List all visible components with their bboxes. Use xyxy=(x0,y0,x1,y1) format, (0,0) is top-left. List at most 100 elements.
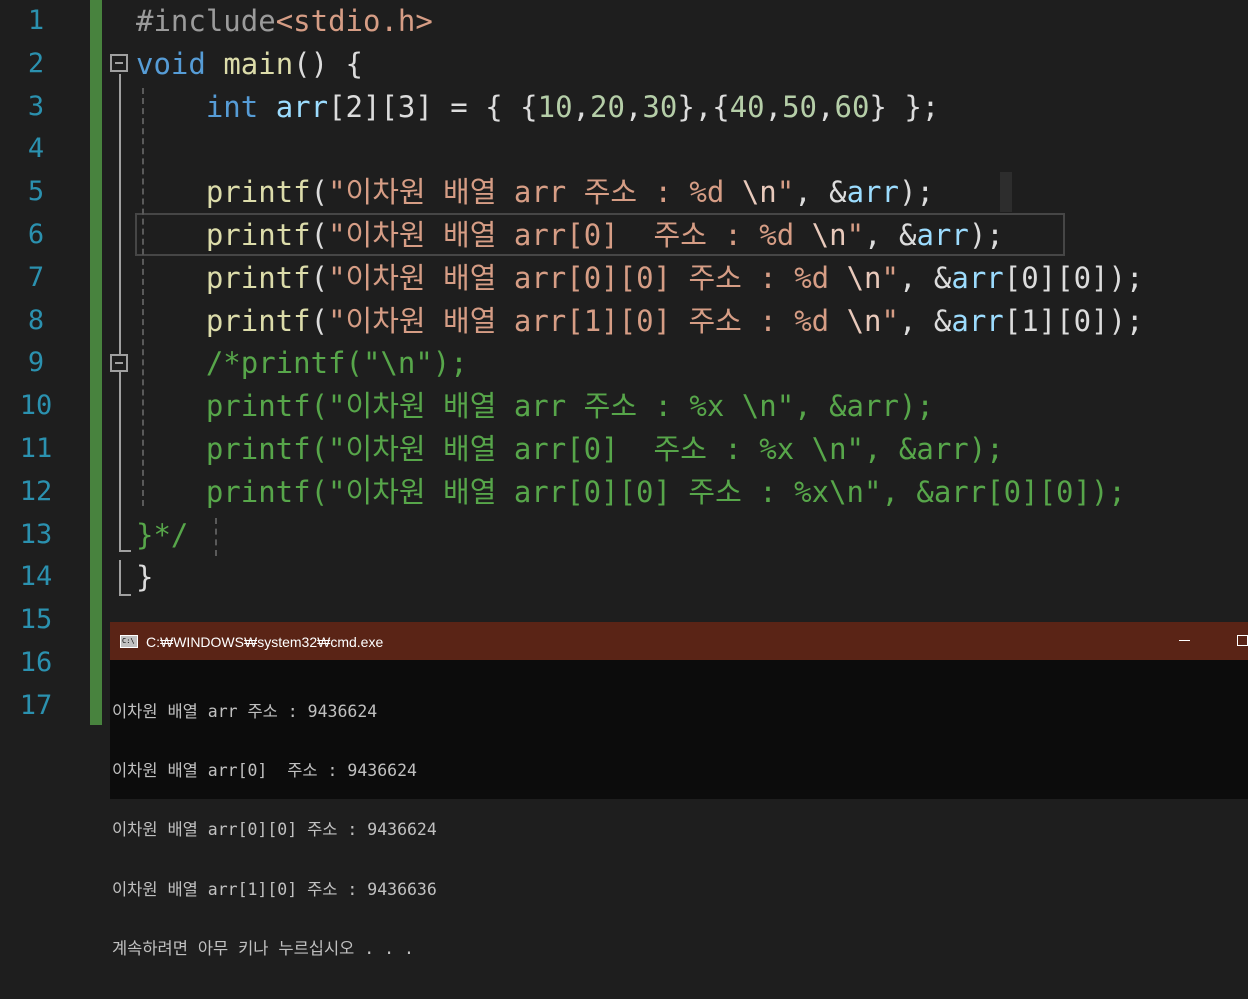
code-token: ); xyxy=(898,175,934,210)
minimize-button[interactable] xyxy=(1162,622,1208,660)
code-token: "이차원 배열 arr 주소 : %d xyxy=(328,175,742,210)
code-token: 20 xyxy=(590,89,625,124)
code-token: } }; xyxy=(869,89,940,124)
line-number: 5 xyxy=(27,176,45,208)
code-line[interactable]: printf("이차원 배열 arr 주소 : %x \n", &arr); xyxy=(136,385,934,428)
code-line[interactable]: int arr[2][3] = { {10,20,30},{40,50,60} … xyxy=(136,86,939,129)
code-token: , & xyxy=(898,303,952,338)
code-token: "이차원 배열 arr[0][0] 주소 : %d xyxy=(328,260,847,295)
code-line[interactable]: printf("이차원 배열 arr[0] 주소 : %x \n", &arr)… xyxy=(136,428,1004,471)
maximize-icon xyxy=(1237,635,1248,646)
code-token: ( xyxy=(310,175,329,210)
fold-collapse-icon[interactable] xyxy=(110,354,128,372)
minimize-icon xyxy=(1179,640,1190,641)
code-token: () { xyxy=(293,46,363,81)
code-line[interactable]: void main() { xyxy=(136,43,363,86)
code-line[interactable]: /*printf("\n"); xyxy=(136,342,468,385)
console-line: 이차원 배열 arr[0][0] 주소 : 9436624 xyxy=(112,820,437,840)
code-token: [2][3] = { { xyxy=(328,89,538,124)
code-token: 50 xyxy=(782,89,818,124)
console-line: 이차원 배열 arr[1][0] 주소 : 9436636 xyxy=(112,879,437,899)
code-token: void xyxy=(136,46,206,81)
console-window[interactable]: C:\ C:₩WINDOWS₩system32₩cmd.exe 이차원 배열 a… xyxy=(110,622,1248,958)
line-number: 2 xyxy=(27,47,45,79)
code-token: printf("이차원 배열 arr[0][0] 주소 : %x\n", &ar… xyxy=(136,474,1126,509)
code-token: , & xyxy=(864,218,917,252)
code-line[interactable]: printf("이차원 배열 arr[0] 주소 : %d \n", &arr)… xyxy=(136,214,1004,257)
line-number: 10 xyxy=(19,390,53,422)
fold-guide-line xyxy=(119,560,121,596)
code-token: \n xyxy=(846,260,882,295)
code-line[interactable]: printf("이차원 배열 arr[0][0] 주소 : %d \n", &a… xyxy=(136,257,1144,300)
console-line: 이차원 배열 arr[0] 주소 : 9436624 xyxy=(112,760,417,780)
code-line[interactable]: #include<stdio.h> xyxy=(136,0,433,43)
console-output: 이차원 배열 arr 주소 : 9436624 이차원 배열 arr[0] 주소… xyxy=(112,662,1248,999)
code-token: " xyxy=(776,175,795,210)
code-token: \n xyxy=(846,303,882,338)
code-token: <stdio.h> xyxy=(275,4,433,38)
line-number-gutter: 1 2 3 4 5 6 7 8 9 10 11 12 13 14 15 16 17 xyxy=(0,0,90,799)
fold-guide-line xyxy=(119,74,121,552)
line-number: 8 xyxy=(27,304,45,336)
line-number: 9 xyxy=(27,347,45,379)
text-cursor xyxy=(1000,172,1012,212)
code-token: "이차원 배열 arr[0] 주소 : %d xyxy=(328,218,812,252)
code-token: 10 xyxy=(537,89,573,124)
code-token: printf xyxy=(205,260,311,295)
fold-collapse-icon[interactable] xyxy=(110,54,128,72)
code-token: #include xyxy=(136,4,276,38)
code-line[interactable]: printf("이차원 배열 arr[0][0] 주소 : %x\n", &ar… xyxy=(136,471,1126,514)
code-token: , xyxy=(817,89,835,124)
code-token: ( xyxy=(310,218,329,252)
code-token: , xyxy=(624,89,643,124)
fold-guide-end xyxy=(119,550,131,552)
line-number: 12 xyxy=(19,475,53,507)
line-number: 13 xyxy=(19,518,53,550)
code-token: , xyxy=(572,89,590,124)
code-token: main xyxy=(223,46,294,81)
code-token: [1][0]); xyxy=(1003,303,1144,338)
cmd-icon: C:\ xyxy=(120,635,138,648)
code-token: }*/ xyxy=(136,517,189,552)
code-token: arr xyxy=(916,218,969,252)
code-line[interactable]: } xyxy=(136,556,153,599)
code-token: , & xyxy=(794,175,847,210)
console-line: 이차원 배열 arr 주소 : 9436624 xyxy=(112,701,378,721)
code-line[interactable]: printf("이차원 배열 arr[1][0] 주소 : %d \n", &a… xyxy=(136,300,1144,343)
console-titlebar[interactable]: C:\ C:₩WINDOWS₩system32₩cmd.exe xyxy=(110,622,1248,660)
console-line: 계속하려면 아무 키나 누르십시오 . . . xyxy=(112,939,414,959)
line-number: 15 xyxy=(19,604,53,636)
code-token: 40 xyxy=(729,89,765,124)
line-number: 3 xyxy=(27,90,45,122)
code-token: printf xyxy=(205,218,311,252)
code-line[interactable]: printf("이차원 배열 arr 주소 : %d \n", &arr); xyxy=(136,171,934,214)
code-token: arr xyxy=(951,260,1004,295)
code-token: " xyxy=(881,303,899,338)
code-token: " xyxy=(881,260,899,295)
line-number: 17 xyxy=(19,689,53,721)
maximize-button[interactable] xyxy=(1220,622,1248,660)
code-line[interactable]: }*/ xyxy=(136,514,188,557)
code-token: /*printf("\n"); xyxy=(136,346,468,381)
line-number: 4 xyxy=(27,133,45,165)
code-token: },{ xyxy=(677,89,730,124)
code-token: arr xyxy=(275,89,329,124)
code-token: int xyxy=(205,89,259,124)
code-token: arr xyxy=(846,175,899,210)
code-token: , & xyxy=(898,260,952,295)
code-token: printf("이차원 배열 arr 주소 : %x \n", &arr); xyxy=(136,389,934,424)
code-token: , xyxy=(764,89,783,124)
code-token: 30 xyxy=(642,89,678,124)
line-number: 11 xyxy=(19,433,53,464)
code-token: } xyxy=(136,560,154,595)
console-title: C:₩WINDOWS₩system32₩cmd.exe xyxy=(146,634,384,650)
code-token: \n xyxy=(741,175,777,210)
code-token: printf xyxy=(205,303,311,338)
code-token: ( xyxy=(310,303,329,338)
